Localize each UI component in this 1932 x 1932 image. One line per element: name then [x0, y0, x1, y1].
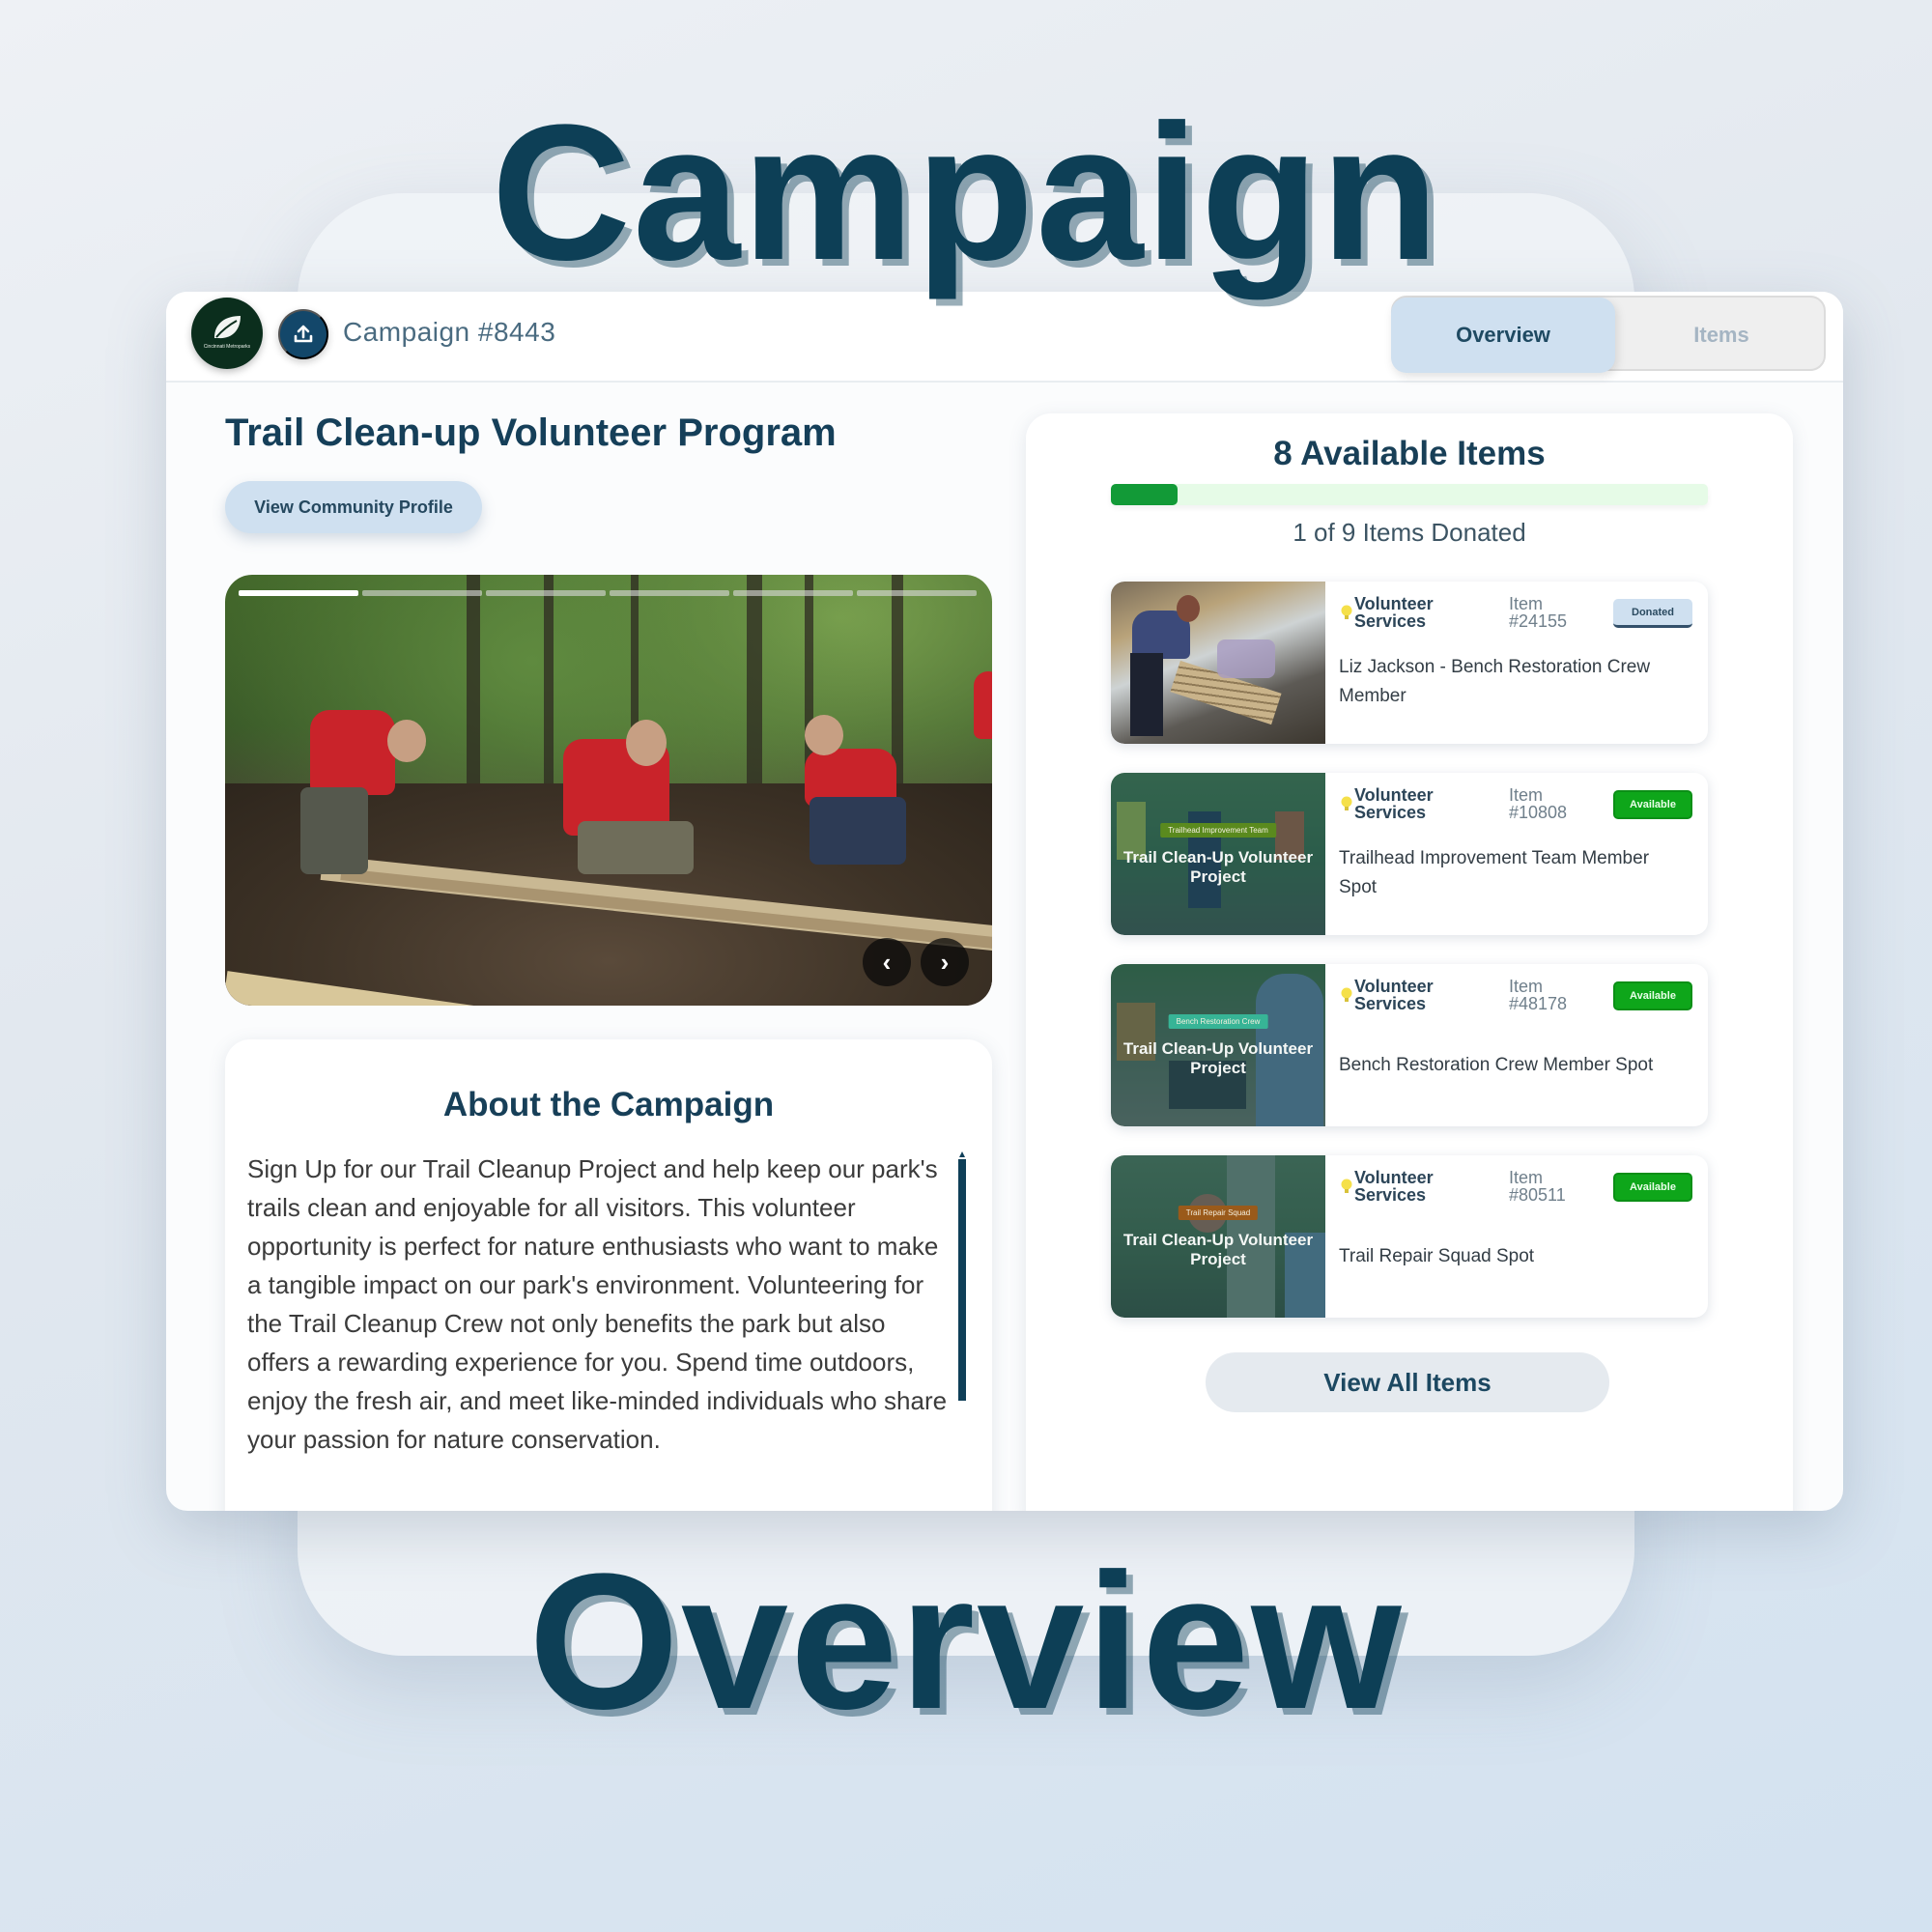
item-category: Volunteer Services: [1341, 595, 1434, 630]
hero-title-top: Campaign: [491, 85, 1441, 300]
lightbulb-icon: [1341, 796, 1352, 810]
item-thumbnail: Trail Repair Squad Trail Clean-Up Volunt…: [1111, 1155, 1325, 1318]
view-tabs: Items Overview: [1391, 296, 1828, 373]
leaf-icon: [214, 316, 241, 339]
thumbnail-tag: Trail Repair Squad: [1178, 1206, 1259, 1220]
view-community-profile-button[interactable]: View Community Profile: [225, 481, 482, 533]
about-description: Sign Up for our Trail Cleanup Project an…: [247, 1154, 948, 1454]
available-items-title: 8 Available Items: [1273, 435, 1546, 472]
item-category: Volunteer Services: [1341, 1169, 1434, 1204]
items-panel: 8 Available Items 1 of 9 Items Donated V…: [1026, 413, 1793, 1511]
thumbnail-tag: Trailhead Improvement Team: [1160, 823, 1276, 838]
logo-text: Cincinnati Metroparks: [203, 344, 251, 350]
status-badge: Available: [1613, 790, 1692, 819]
hero-title-bottom: Overview: [528, 1534, 1404, 1749]
share-button[interactable]: [278, 309, 328, 359]
item-thumbnail: Bench Restoration Crew Trail Clean-Up Vo…: [1111, 964, 1325, 1126]
campaign-id: Campaign #8443: [343, 317, 556, 347]
carousel-progress-segment[interactable]: [610, 590, 729, 596]
item-card[interactable]: Bench Restoration Crew Trail Clean-Up Vo…: [1111, 964, 1708, 1126]
carousel-prev-button[interactable]: ‹: [863, 938, 911, 986]
chevron-left-icon: ‹: [882, 947, 892, 977]
carousel-progress-segment[interactable]: [362, 590, 482, 596]
item-thumbnail: [1111, 582, 1325, 744]
item-number: Item #48178: [1509, 977, 1568, 1013]
carousel-progress: [239, 590, 977, 596]
tab-overview[interactable]: Overview: [1391, 298, 1615, 373]
item-card[interactable]: Trail Repair Squad Trail Clean-Up Volunt…: [1111, 1155, 1708, 1318]
view-all-items-button[interactable]: View All Items: [1206, 1352, 1609, 1412]
thumbnail-title: Trail Clean-Up Volunteer Project: [1122, 1039, 1314, 1077]
item-name[interactable]: Trailhead Improvement Team Member Spot: [1339, 844, 1687, 902]
tab-items[interactable]: Items: [1615, 298, 1828, 373]
top-bar: Cincinnati Metroparks Campaign #8443 Ite…: [166, 292, 1843, 383]
upload-icon: [294, 325, 313, 343]
status-badge: Available: [1613, 981, 1692, 1010]
item-name[interactable]: Liz Jackson - Bench Restoration Crew Mem…: [1339, 653, 1687, 711]
item-thumbnail: Trailhead Improvement Team Trail Clean-U…: [1111, 773, 1325, 935]
item-number: Item #24155: [1509, 594, 1568, 631]
program-title: Trail Clean-up Volunteer Program: [225, 412, 837, 454]
chevron-right-icon: ›: [940, 947, 950, 977]
donation-progress-text: 1 of 9 Items Donated: [1293, 518, 1526, 547]
donation-progress-bar: [1111, 484, 1708, 505]
carousel-progress-segment[interactable]: [733, 590, 853, 596]
lightbulb-icon: [1341, 605, 1352, 619]
item-name[interactable]: Trail Repair Squad Spot: [1339, 1242, 1687, 1271]
item-category: Volunteer Services: [1341, 786, 1434, 821]
about-title: About the Campaign: [442, 1086, 775, 1123]
carousel-next-button[interactable]: ›: [921, 938, 969, 986]
item-card[interactable]: Trailhead Improvement Team Trail Clean-U…: [1111, 773, 1708, 935]
image-carousel[interactable]: ‹ ›: [225, 575, 992, 1006]
thumbnail-title: Trail Clean-Up Volunteer Project: [1122, 848, 1314, 886]
thumbnail-tag: Bench Restoration Crew: [1168, 1014, 1268, 1029]
item-number: Item #10808: [1509, 785, 1568, 822]
lightbulb-icon: [1341, 987, 1352, 1002]
carousel-progress-segment[interactable]: [857, 590, 977, 596]
carousel-progress-segment[interactable]: [239, 590, 358, 596]
item-name[interactable]: Bench Restoration Crew Member Spot: [1339, 1051, 1687, 1080]
about-scrollbar[interactable]: [958, 1151, 966, 1401]
campaign-app-window: Cincinnati Metroparks Campaign #8443 Ite…: [166, 292, 1843, 1511]
item-card[interactable]: Volunteer Services Item #24155 Donated L…: [1111, 582, 1708, 744]
status-badge: Available: [1613, 1173, 1692, 1202]
organization-logo[interactable]: Cincinnati Metroparks: [191, 298, 263, 369]
donation-progress-fill: [1111, 484, 1178, 505]
about-campaign-card: About the Campaign Sign Up for our Trail…: [225, 1039, 992, 1511]
item-category: Volunteer Services: [1341, 978, 1434, 1012]
lightbulb-icon: [1341, 1179, 1352, 1193]
thumbnail-title: Trail Clean-Up Volunteer Project: [1122, 1231, 1314, 1268]
item-number: Item #80511: [1509, 1168, 1566, 1205]
status-badge: Donated: [1613, 599, 1692, 628]
carousel-progress-segment[interactable]: [486, 590, 606, 596]
